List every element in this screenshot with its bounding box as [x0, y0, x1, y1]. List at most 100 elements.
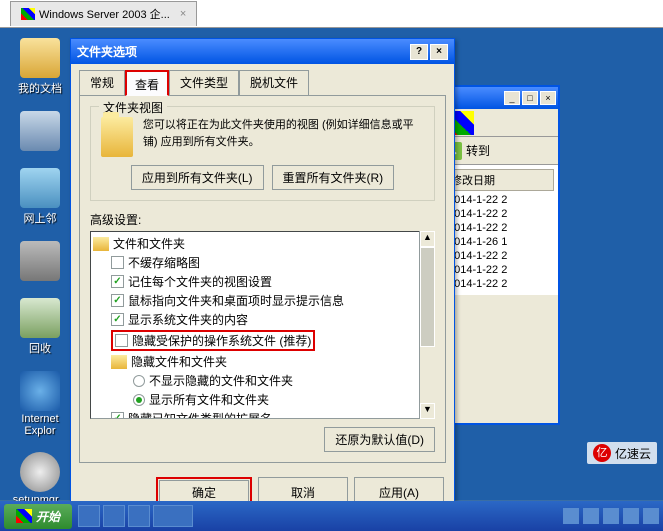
computer-icon	[20, 111, 60, 151]
folder-view-group: 文件夹视图 您可以将正在为此文件夹使用的视图 (例如详细信息或平铺) 应用到所有…	[90, 106, 435, 201]
scrollbar-vertical[interactable]: ▲ ▼	[419, 231, 435, 419]
folder-icon	[20, 38, 60, 78]
file-list: 2014-1-22 22014-1-22 22014-1-22 22014-1-…	[446, 193, 554, 291]
tree-label: 隐藏已知文件类型的扩展名	[128, 410, 272, 419]
checkbox[interactable]	[111, 313, 124, 326]
folder-view-description: 您可以将正在为此文件夹使用的视图 (例如详细信息或平铺) 应用到所有文件夹。	[143, 117, 424, 150]
checkbox[interactable]	[111, 275, 124, 288]
start-button[interactable]: 开始	[4, 504, 72, 529]
dialog-titlebar[interactable]: 文件夹选项 ? ×	[71, 39, 454, 64]
desktop-icon-mydocs[interactable]: 我的文档	[10, 38, 70, 96]
tree-label: 不缓存缩略图	[128, 254, 200, 271]
folder-options-dialog: 文件夹选项 ? × 常规 查看 文件类型 脱机文件 文件夹视图 您可以将正在为此…	[70, 38, 455, 519]
folder-icon	[93, 237, 109, 251]
scroll-down-button[interactable]: ▼	[420, 403, 435, 419]
tray-icon[interactable]	[603, 508, 619, 524]
desktop-icon-ie[interactable]: Internet Explor	[10, 371, 70, 437]
list-item[interactable]: 2014-1-22 2	[446, 193, 554, 207]
tree-item[interactable]: 鼠标指向文件夹和桌面项时显示提示信息	[93, 291, 432, 310]
desktop-icon-recycle[interactable]: 回收	[10, 298, 70, 356]
tab-general[interactable]: 常规	[79, 70, 125, 95]
list-item[interactable]: 2014-1-22 2	[446, 249, 554, 263]
list-item[interactable]: 2014-1-22 2	[446, 277, 554, 291]
ie-icon	[20, 371, 60, 411]
tree-item[interactable]: 记住每个文件夹的视图设置	[93, 272, 432, 291]
bg-window-titlebar: _ □ ×	[442, 87, 558, 109]
tree-label: 隐藏文件和文件夹	[131, 353, 227, 370]
tree-label: 记住每个文件夹的视图设置	[128, 273, 272, 290]
advanced-settings-tree[interactable]: 文件和文件夹不缓存缩略图记住每个文件夹的视图设置鼠标指向文件夹和桌面项时显示提示…	[90, 231, 435, 419]
list-item[interactable]: 2014-1-22 2	[446, 221, 554, 235]
tray-icon[interactable]	[583, 508, 599, 524]
tray-icon[interactable]	[643, 508, 659, 524]
checkbox[interactable]	[111, 294, 124, 307]
tab-view[interactable]: 查看	[125, 70, 169, 96]
quick-launch	[78, 505, 193, 527]
bg-window-addressbar: → 转到	[442, 137, 558, 165]
bg-window-toolbar	[442, 109, 558, 137]
tree-item[interactable]: 隐藏已知文件类型的扩展名	[93, 409, 432, 419]
scroll-up-button[interactable]: ▲	[420, 231, 435, 247]
tree-item[interactable]: 不缓存缩略图	[93, 253, 432, 272]
maximize-button[interactable]: □	[522, 91, 538, 105]
tree-item[interactable]: 显示所有文件和文件夹	[93, 390, 432, 409]
tab-close-icon[interactable]: ×	[180, 8, 186, 20]
list-item[interactable]: 2014-1-26 1	[446, 235, 554, 249]
dialog-tabs: 常规 查看 文件类型 脱机文件	[71, 64, 454, 95]
scrollbar-thumb[interactable]	[420, 247, 435, 347]
radio[interactable]	[133, 375, 145, 387]
list-item[interactable]: 2014-1-22 2	[446, 207, 554, 221]
browser-tab-bar: Windows Server 2003 企... ×	[0, 0, 663, 28]
desktop-icon-network[interactable]: 网上邻	[10, 168, 70, 226]
restore-defaults-button[interactable]: 还原为默认值(D)	[324, 427, 435, 452]
start-label: 开始	[36, 508, 60, 525]
tree-item[interactable]: 隐藏受保护的操作系统文件 (推荐)	[93, 329, 432, 352]
close-button[interactable]: ×	[430, 44, 448, 60]
tree-label: 显示所有文件和文件夹	[149, 391, 269, 408]
taskbar-app[interactable]	[153, 505, 193, 527]
checkbox[interactable]	[111, 256, 124, 269]
taskbar: 开始	[0, 501, 663, 531]
desktop-icon-unknown[interactable]	[10, 241, 70, 283]
tree-item[interactable]: 隐藏文件和文件夹	[93, 352, 432, 371]
apply-all-folders-button[interactable]: 应用到所有文件夹(L)	[131, 165, 264, 190]
desktop: 我的文档 网上邻 回收 Internet Explor setupmgr...	[0, 28, 663, 500]
system-tray	[563, 508, 659, 524]
radio[interactable]	[133, 394, 145, 406]
tab-offline[interactable]: 脱机文件	[239, 70, 309, 95]
reset-all-folders-button[interactable]: 重置所有文件夹(R)	[272, 165, 395, 190]
browser-tab[interactable]: Windows Server 2003 企... ×	[10, 1, 197, 26]
tree-label: 隐藏受保护的操作系统文件 (推荐)	[132, 332, 311, 349]
tree-item[interactable]: 显示系统文件夹的内容	[93, 310, 432, 329]
bg-window-body: 修改日期 2014-1-22 22014-1-22 22014-1-22 220…	[442, 165, 558, 295]
close-button[interactable]: ×	[540, 91, 556, 105]
recycle-icon	[20, 298, 60, 338]
quicklaunch-item[interactable]	[78, 505, 100, 527]
desktop-icon-setupmgr[interactable]: setupmgr...	[10, 452, 70, 506]
tray-icon[interactable]	[623, 508, 639, 524]
background-explorer-window: _ □ × → 转到 修改日期 2014-1-22 22014-1-22 220…	[440, 85, 560, 425]
windows-icon	[16, 509, 32, 523]
tree-label: 文件和文件夹	[113, 235, 185, 252]
tree-item[interactable]: 文件和文件夹	[93, 234, 432, 253]
watermark-text: 亿速云	[615, 445, 651, 462]
help-button[interactable]: ?	[410, 44, 428, 60]
folder-icon	[111, 355, 127, 369]
minimize-button[interactable]: _	[504, 91, 520, 105]
tree-item[interactable]: 不显示隐藏的文件和文件夹	[93, 371, 432, 390]
quicklaunch-item[interactable]	[103, 505, 125, 527]
tree-label: 不显示隐藏的文件和文件夹	[149, 372, 293, 389]
windows-icon	[21, 8, 35, 20]
checkbox[interactable]	[115, 334, 128, 347]
gear-icon	[20, 241, 60, 281]
list-item[interactable]: 2014-1-22 2	[446, 263, 554, 277]
browser-tab-label: Windows Server 2003 企...	[39, 6, 170, 22]
tab-filetypes[interactable]: 文件类型	[169, 70, 239, 95]
advanced-label: 高级设置:	[90, 211, 435, 228]
column-header-date[interactable]: 修改日期	[446, 169, 554, 191]
network-icon	[20, 168, 60, 208]
checkbox[interactable]	[111, 412, 124, 419]
tray-icon[interactable]	[563, 508, 579, 524]
desktop-icon-computer[interactable]	[10, 111, 70, 153]
quicklaunch-item[interactable]	[128, 505, 150, 527]
